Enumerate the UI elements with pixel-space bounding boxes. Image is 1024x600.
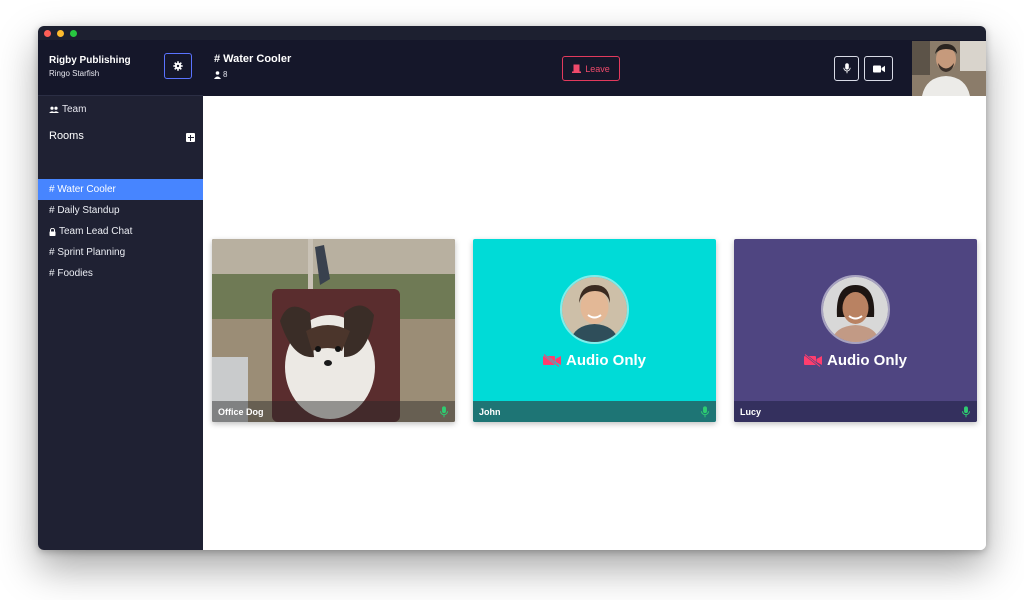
microphone-icon (701, 405, 709, 417)
zoom-window-button[interactable] (70, 30, 77, 37)
gear-icon (173, 61, 183, 71)
room-label: # Water Cooler (49, 184, 116, 195)
audio-only-indicator: Audio Only (734, 352, 977, 369)
room-item-team-lead-chat[interactable]: Team Lead Chat (38, 221, 203, 242)
leave-door-icon (572, 64, 582, 73)
microphone-icon (440, 405, 448, 417)
lock-icon (49, 227, 56, 236)
participant-tile-office-dog[interactable]: Office Dog (212, 239, 455, 422)
room-item-sprint-planning[interactable]: # Sprint Planning (38, 242, 203, 263)
tile-footer: Office Dog (212, 401, 455, 422)
participant-tile-lucy[interactable]: Audio Only Lucy (734, 239, 977, 422)
tile-footer: Lucy (734, 401, 977, 422)
current-user-name: Ringo Starfish (49, 69, 100, 78)
participant-video-image (212, 239, 455, 422)
camera-off-icon (804, 354, 822, 367)
room-label: # Sprint Planning (49, 247, 126, 258)
room-item-water-cooler[interactable]: # Water Cooler (38, 179, 203, 200)
workspace-header: Rigby Publishing Ringo Starfish (38, 40, 203, 96)
member-count-value: 8 (223, 70, 228, 79)
room-header: # Water Cooler 8 Leave (203, 40, 986, 96)
microphone-toggle[interactable] (834, 56, 859, 81)
app-window: Rigby Publishing Ringo Starfish Team Roo… (38, 26, 986, 550)
room-label: # Daily Standup (49, 205, 120, 216)
microphone-icon (842, 63, 851, 74)
video-camera-icon (872, 65, 885, 72)
settings-button[interactable] (164, 53, 192, 79)
room-label: # Foodies (49, 268, 93, 279)
camera-off-icon (543, 354, 561, 367)
rooms-section-header: Rooms (49, 130, 195, 144)
add-room-icon[interactable] (186, 133, 195, 142)
audio-only-indicator: Audio Only (473, 352, 716, 369)
sidebar: Rigby Publishing Ringo Starfish Team Roo… (38, 40, 203, 550)
minimize-window-button[interactable] (57, 30, 64, 37)
participant-name: Lucy (740, 406, 762, 417)
workspace-name: Rigby Publishing (49, 55, 131, 66)
room-label: Team Lead Chat (59, 226, 133, 237)
close-window-button[interactable] (44, 30, 51, 37)
tile-footer: John (473, 401, 716, 422)
video-grid: Office Dog Audio Only John Audio Only Lu… (203, 96, 986, 550)
member-count: 8 (214, 70, 227, 79)
audio-only-label: Audio Only (566, 352, 646, 369)
title-bar (38, 26, 986, 40)
avatar (821, 275, 890, 344)
audio-only-label: Audio Only (827, 352, 907, 369)
leave-button[interactable]: Leave (562, 56, 620, 81)
team-link[interactable]: Team (49, 104, 86, 115)
user-icon (214, 70, 221, 79)
team-icon (49, 106, 59, 113)
avatar (560, 275, 629, 344)
microphone-icon (962, 405, 970, 417)
self-video-preview[interactable] (912, 41, 986, 96)
room-title: # Water Cooler (214, 53, 292, 65)
leave-label: Leave (585, 63, 610, 74)
rooms-label: Rooms (49, 130, 84, 142)
participant-name: John (479, 406, 501, 417)
room-item-foodies[interactable]: # Foodies (38, 263, 203, 284)
participant-tile-john[interactable]: Audio Only John (473, 239, 716, 422)
self-video-image (912, 41, 986, 96)
room-item-daily-standup[interactable]: # Daily Standup (38, 200, 203, 221)
participant-name: Office Dog (218, 406, 264, 417)
team-label: Team (62, 104, 87, 115)
camera-toggle[interactable] (864, 56, 893, 81)
